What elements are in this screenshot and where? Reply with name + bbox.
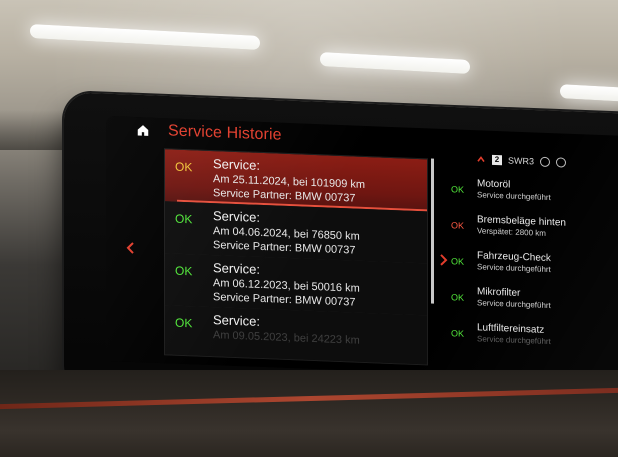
status-code: OK — [451, 256, 465, 267]
status-ok: OK — [175, 159, 193, 175]
maintenance-item-fahrzeug-check[interactable]: OK Fahrzeug-Check Service durchgeführt — [451, 247, 618, 288]
status-ok: OK — [175, 263, 193, 279]
service-title: Service: — [213, 208, 260, 225]
maintenance-status-panel: OK Motoröl Service durchgeführt OK Brems… — [451, 175, 618, 381]
service-date: Am 09.05.2023, bei 24223 km — [213, 329, 360, 347]
chevron-right-icon[interactable] — [436, 253, 450, 268]
maintenance-item-mikrofilter[interactable]: OK Mikrofilter Service durchgeführt — [451, 283, 618, 324]
service-history-list: OK Service: Am 25.11.2024, bei 101909 km… — [164, 148, 428, 366]
status-bar: 2 SWR3 — [476, 154, 567, 168]
maintenance-item-bremsbelaege-hinten[interactable]: OK Bremsbeläge hinten Verspätet: 2800 km — [451, 211, 618, 252]
service-entry[interactable]: OK Service: Am 09.05.2023, bei 24223 km — [165, 305, 427, 366]
maintenance-detail: Service durchgeführt — [477, 190, 551, 203]
radio-station: SWR3 — [508, 155, 535, 167]
status-code: OK — [451, 328, 465, 339]
ceiling-light — [560, 84, 618, 102]
ceiling-light — [30, 23, 260, 51]
status-ok: OK — [175, 315, 193, 331]
ceiling-light — [320, 52, 470, 74]
status-code: OK — [451, 184, 465, 195]
maintenance-detail: Verspätet: 2800 km — [477, 226, 546, 238]
status-code: OK — [451, 220, 465, 231]
chevron-left-icon[interactable] — [124, 241, 138, 256]
status-ok: OK — [175, 211, 193, 227]
maintenance-detail: Service durchgeführt — [477, 334, 551, 347]
service-title: Service: — [213, 156, 260, 173]
maintenance-detail: Service durchgeführt — [477, 262, 551, 275]
idrive-screen: Service Historie 2 SWR3 OK Service: Am 2… — [106, 116, 618, 382]
maintenance-name: Motoröl — [477, 178, 511, 191]
service-title: Service: — [213, 260, 260, 277]
page-title: Service Historie — [168, 122, 282, 144]
maintenance-item-luftfiltereinsatz[interactable]: OK Luftfiltereinsatz Service durchgeführ… — [451, 319, 618, 360]
photo-scene: Service Historie 2 SWR3 OK Service: Am 2… — [0, 0, 618, 457]
maintenance-name: Mikrofilter — [477, 286, 521, 299]
maintenance-detail: Service durchgeführt — [477, 298, 551, 311]
home-icon[interactable] — [136, 123, 150, 138]
user-icon — [556, 157, 567, 168]
dashboard — [0, 370, 618, 457]
settings-icon — [540, 156, 551, 168]
radio-icon: 2 — [492, 154, 502, 166]
maintenance-item-motoroel[interactable]: OK Motoröl Service durchgeführt — [451, 175, 618, 216]
chevron-up-icon[interactable] — [476, 154, 486, 164]
status-code: OK — [451, 292, 465, 303]
scrollbar[interactable] — [431, 158, 434, 304]
service-title: Service: — [213, 312, 260, 329]
